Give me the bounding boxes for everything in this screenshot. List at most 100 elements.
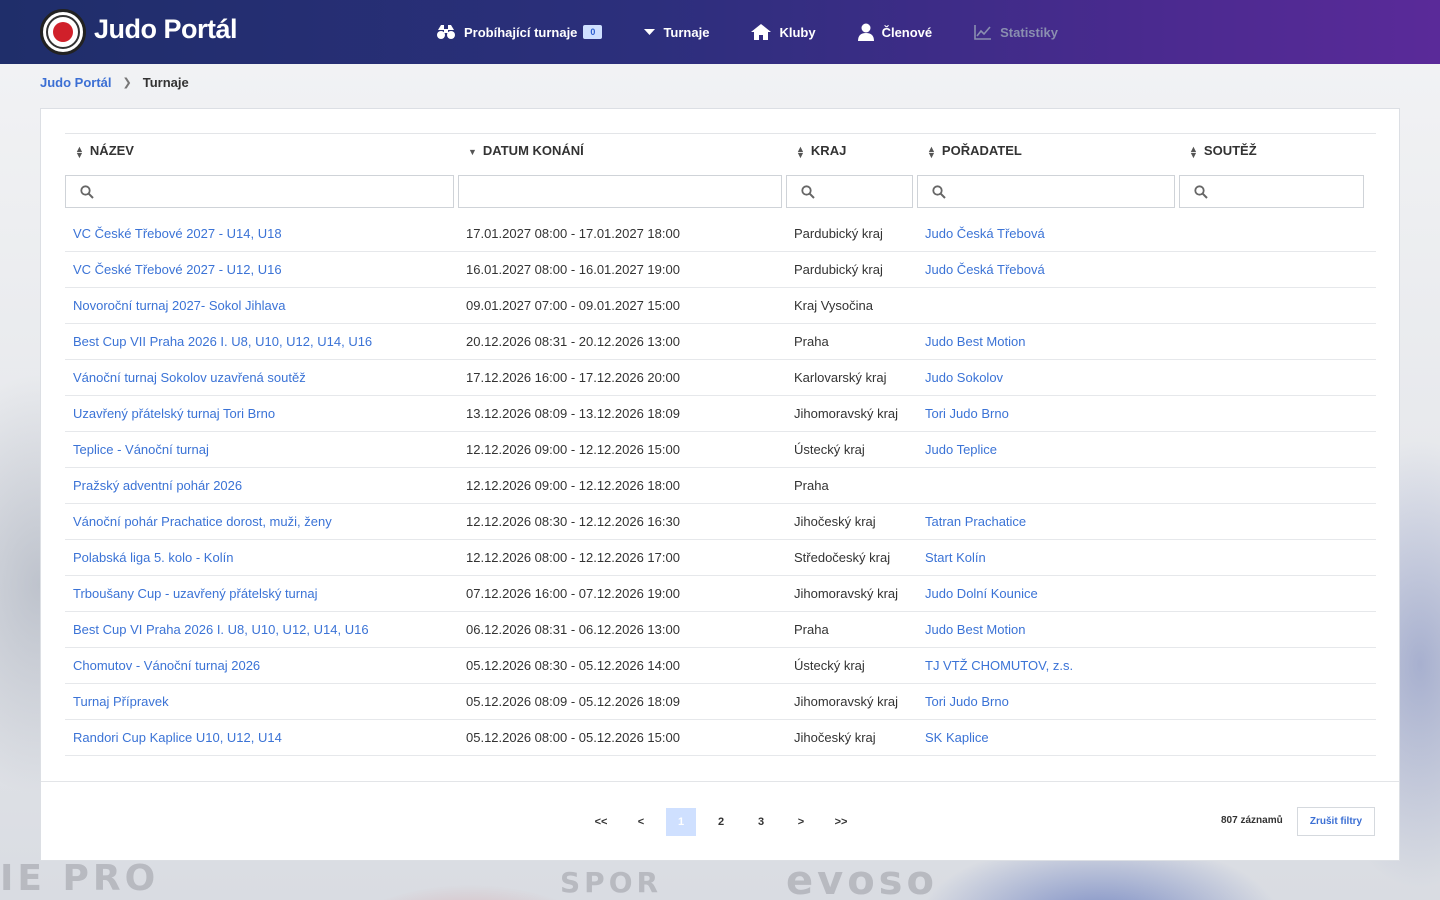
organizer-link[interactable]: Tori Judo Brno [925,406,1009,421]
column-header-date[interactable]: ▼ Datum konání [458,133,786,168]
organizer-link[interactable]: Judo Česká Třebová [925,262,1045,277]
table-row: Best Cup VII Praha 2026 I. U8, U10, U12,… [65,323,1376,360]
table-cell: Uzavřený přátelský turnaj Tori Brno [65,395,458,432]
organizer-link[interactable]: Judo Best Motion [925,334,1025,349]
nav-item-clubs[interactable]: Kluby [751,24,816,40]
background-banner-text: evoso [786,858,938,900]
tournament-name-link[interactable]: Randori Cup Kaplice U10, U12, U14 [73,730,282,745]
table-cell: Judo Dolní Kounice [917,575,1179,612]
column-header-name[interactable]: ▲ ▼ Název [65,133,458,168]
table-cell: 05.12.2026 08:30 - 05.12.2026 14:00 [458,647,786,684]
breadcrumb-home-link[interactable]: Judo Portál [40,75,112,90]
table-cell: Tatran Prachatice [917,503,1179,540]
filter-date-input[interactable] [458,175,782,208]
filter-name-input[interactable] [65,175,454,208]
nav-item-statistics[interactable]: Statistiky [974,24,1058,40]
table-cell: Novoroční turnaj 2027- Sokol Jihlava [65,287,458,324]
search-icon [1194,184,1208,199]
organizer-link[interactable]: Judo Teplice [925,442,997,457]
table-cell: Vánoční pohár Prachatice dorost, muži, ž… [65,503,458,540]
page-button-1[interactable]: 1 [666,808,696,836]
tournament-name-link[interactable]: Vánoční turnaj Sokolov uzavřená soutěž [73,370,306,385]
organizer-link[interactable]: SK Kaplice [925,730,989,745]
column-header-region[interactable]: ▲ ▼ Kraj [786,133,917,168]
tournament-region: Praha [794,478,829,493]
table-cell [1179,647,1376,684]
tournament-name-link[interactable]: VC České Třebové 2027 - U14, U18 [73,226,282,241]
tournament-date: 09.01.2027 07:00 - 09.01.2027 15:00 [466,298,680,313]
organizer-link[interactable]: Judo Sokolov [925,370,1003,385]
table-cell: Jihomoravský kraj [786,683,917,720]
table-cell [1179,359,1376,396]
column-header-organizer[interactable]: ▲ ▼ Pořadatel [917,133,1179,168]
tournament-region: Karlovarský kraj [794,370,887,385]
filter-competition-input[interactable] [1179,175,1364,208]
organizer-link[interactable]: Tatran Prachatice [925,514,1026,529]
tournament-name-link[interactable]: Novoroční turnaj 2027- Sokol Jihlava [73,298,285,313]
page-button-3[interactable]: 3 [746,808,776,836]
app-title[interactable]: Judo Portál [94,14,238,45]
tournament-name-link[interactable]: Best Cup VI Praha 2026 I. U8, U10, U12, … [73,622,369,637]
nav-item-tournaments[interactable]: Turnaje [644,25,709,40]
tournament-name-link[interactable]: Vánoční pohár Prachatice dorost, muži, ž… [73,514,332,529]
tournament-name-link[interactable]: Polabská liga 5. kolo - Kolín [73,550,233,565]
first-page-button[interactable]: << [586,808,616,836]
tournament-name-link[interactable]: Teplice - Vánoční turnaj [73,442,209,457]
organizer-link[interactable]: Judo Dolní Kounice [925,586,1038,601]
organizer-link[interactable]: Start Kolín [925,550,986,565]
organizer-link[interactable]: TJ VTŽ CHOMUTOV, z.s. [925,658,1073,673]
table-cell: Judo Best Motion [917,323,1179,360]
filter-region-input[interactable] [786,175,913,208]
tournament-region: Jihomoravský kraj [794,406,899,421]
table-cell: Best Cup VII Praha 2026 I. U8, U10, U12,… [65,323,458,360]
nav-item-members[interactable]: Členové [857,23,932,41]
table-cell: Jihomoravský kraj [786,575,917,612]
column-header-competition[interactable]: ▲ ▼ Soutěž [1179,133,1376,168]
nav-item-label: Kluby [779,24,816,40]
tournament-name-link[interactable]: Best Cup VII Praha 2026 I. U8, U10, U12,… [73,334,372,349]
table-cell: VC České Třebové 2027 - U12, U16 [65,251,458,288]
binoculars-icon [437,25,455,39]
tournament-name-link[interactable]: Chomutov - Vánoční turnaj 2026 [73,658,260,673]
tournament-name-link[interactable]: Uzavřený přátelský turnaj Tori Brno [73,406,275,421]
tournament-region: Ústecký kraj [794,442,865,457]
tournament-region: Pardubický kraj [794,262,883,277]
table-cell: Pražský adventní pohár 2026 [65,467,458,504]
tournament-name-link[interactable]: Trboušany Cup - uzavřený přátelský turna… [73,586,317,601]
table-cell: Tori Judo Brno [917,683,1179,720]
table-cell: VC České Třebové 2027 - U14, U18 [65,215,458,252]
table-cell: Judo Sokolov [917,359,1179,396]
table-cell: Ústecký kraj [786,431,917,468]
organizer-link[interactable]: Tori Judo Brno [925,694,1009,709]
table-cell: Randori Cup Kaplice U10, U12, U14 [65,719,458,756]
tournament-name-link[interactable]: Turnaj Přípravek [73,694,169,709]
nav-item-ongoing-tournaments[interactable]: Probíhající turnaje 0 [436,24,603,40]
main-nav: Probíhající turnaje 0 Turnaje Kluby Člen… [436,0,1100,64]
table-cell: Praha [786,323,917,360]
table-cell: Judo Best Motion [917,611,1179,648]
last-page-button[interactable]: >> [826,808,856,836]
organizer-link[interactable]: Judo Best Motion [925,622,1025,637]
nav-item-label: Probíhající turnaje [464,24,578,40]
tournament-date: 12.12.2026 09:00 - 12.12.2026 18:00 [466,478,680,493]
judo-logo[interactable] [40,9,86,55]
tournament-date: 12.12.2026 08:00 - 12.12.2026 17:00 [466,550,680,565]
tournament-name-link[interactable]: VC České Třebové 2027 - U12, U16 [73,262,282,277]
prev-page-button[interactable]: < [626,808,656,836]
tournament-date: 05.12.2026 08:30 - 05.12.2026 14:00 [466,658,680,673]
filter-organizer-input[interactable] [917,175,1175,208]
table-row: Polabská liga 5. kolo - Kolín 12.12.2026 … [65,539,1376,576]
organizer-link[interactable]: Judo Česká Třebová [925,226,1045,241]
reset-filters-button[interactable]: Zrušit filtry [1297,807,1375,836]
page-button-2[interactable]: 2 [706,808,736,836]
table-cell [1179,431,1376,468]
next-page-button[interactable]: > [786,808,816,836]
tournament-region: Pardubický kraj [794,225,883,241]
table-footer: << < 1 2 3 > >> 807 záznamů Zrušit filtr… [41,781,1399,861]
background-banner-text: IE PRO [0,858,160,899]
tournament-name-link[interactable]: Pražský adventní pohár 2026 [73,478,242,493]
background-banner-text: SPOR [560,866,663,899]
table-cell: 05.12.2026 08:00 - 05.12.2026 15:00 [458,719,786,756]
tournament-date: 12.12.2026 08:30 - 12.12.2026 16:30 [466,514,680,529]
table-cell: Tori Judo Brno [917,395,1179,432]
